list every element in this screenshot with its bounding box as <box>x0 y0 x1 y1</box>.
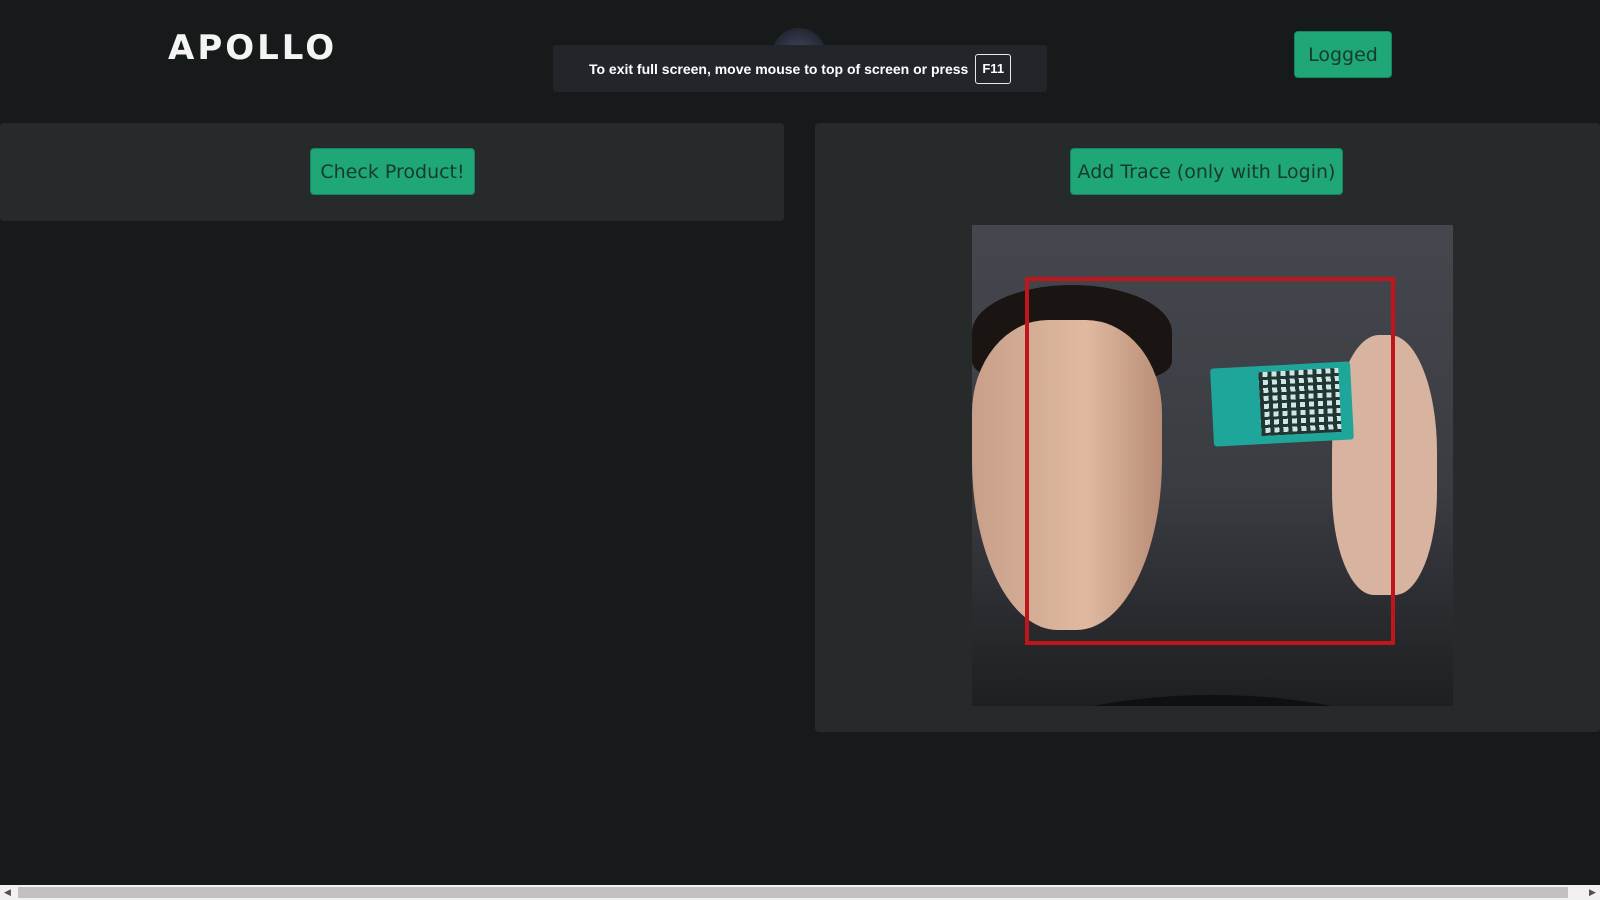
add-trace-button[interactable]: Add Trace (only with Login) <box>1070 148 1343 195</box>
logged-button[interactable]: Logged <box>1294 31 1392 78</box>
fullscreen-toast-message: To exit full screen, move mouse to top o… <box>588 60 969 77</box>
check-product-panel: Check Product! <box>0 123 784 221</box>
detection-box <box>1025 277 1395 645</box>
scroll-left-arrow-icon[interactable]: ◀ <box>0 885 15 900</box>
scroll-right-arrow-icon[interactable]: ▶ <box>1585 885 1600 900</box>
camera-feed <box>972 225 1453 706</box>
fullscreen-toast: To exit full screen, move mouse to top o… <box>553 45 1047 92</box>
camera-subject-shirt <box>972 695 1453 706</box>
fullscreen-key-badge: F11 <box>975 53 1012 84</box>
scrollbar-thumb[interactable] <box>18 887 1568 898</box>
check-product-button[interactable]: Check Product! <box>310 148 475 195</box>
app-logo: APOLLO <box>168 28 338 68</box>
horizontal-scrollbar[interactable]: ◀ ▶ <box>0 885 1600 900</box>
